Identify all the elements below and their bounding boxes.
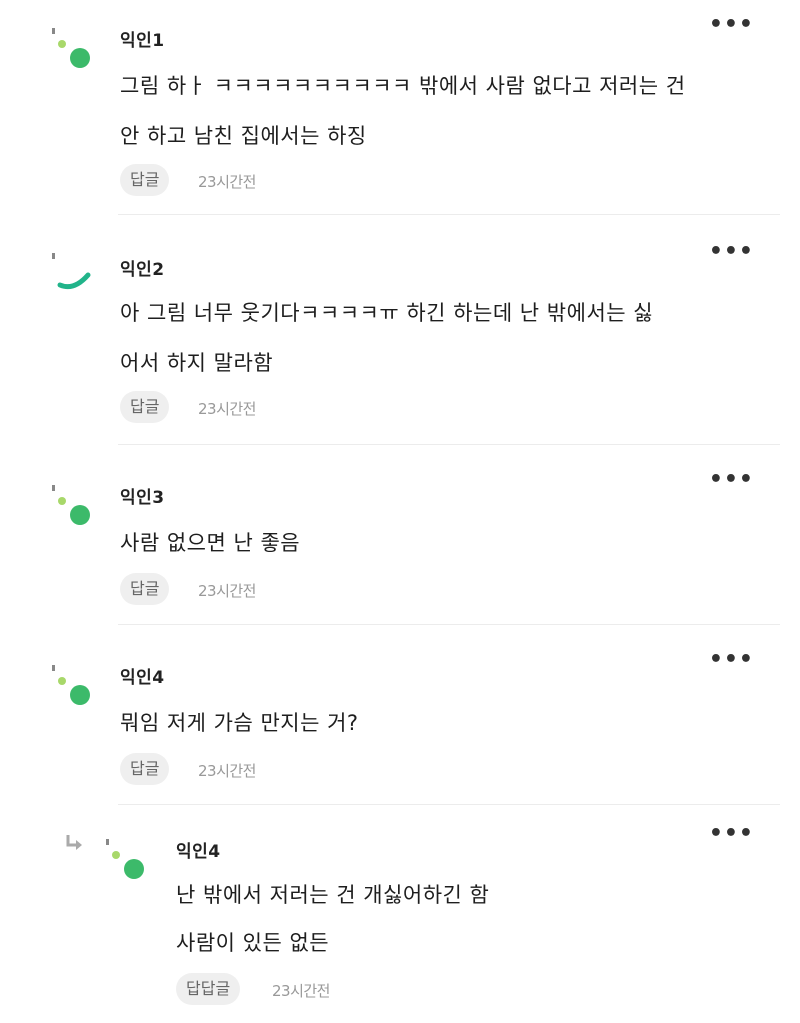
more-options-icon[interactable]: •••	[709, 14, 754, 36]
comment-text-line: 사람 없으면 난 좋음	[120, 531, 301, 555]
comment-author: 익인4	[120, 668, 165, 688]
comment-author: 익인1	[120, 31, 165, 51]
reply-button[interactable]: 답답글	[176, 973, 241, 1005]
avatar-icon	[52, 28, 90, 68]
comment-1: 익인1 ••• 그림 하ㅏ ㅋㅋㅋㅋㅋㅋㅋㅋㅋㅋ 밖에서 사람 없다고 저러는 …	[0, 0, 800, 215]
timestamp: 23시간전	[198, 582, 257, 600]
comment-text-line: 아 그림 너무 웃기다ㅋㅋㅋㅋㅠ 하긴 하는데 난 밖에서는 싫	[120, 301, 654, 325]
avatar-icon	[52, 485, 90, 525]
comment-4: 익인4 ••• 뭐임 저게 가슴 만지는 거? 답글 23시간전	[0, 625, 800, 805]
timestamp: 23시간전	[272, 982, 331, 1000]
avatar-icon	[52, 253, 91, 290]
comment-text-line: 뭐임 저게 가슴 만지는 거?	[120, 711, 359, 735]
comment-text-line: 어서 하지 말라함	[120, 351, 274, 375]
reply-arrow-icon	[66, 835, 82, 850]
reply-button[interactable]: 답글	[120, 391, 170, 423]
timestamp: 23시간전	[198, 762, 257, 780]
reply-button[interactable]: 답글	[120, 753, 170, 785]
comment-text-line: 그림 하ㅏ ㅋㅋㅋㅋㅋㅋㅋㅋㅋㅋ 밖에서 사람 없다고 저러는 건	[120, 74, 686, 98]
reply-comment: 익인4 ••• 난 밖에서 저러는 건 개싫어하긴 함 사람이 있든 없든 답답…	[0, 805, 800, 1023]
more-options-icon[interactable]: •••	[709, 649, 754, 671]
comment-author: 익인3	[120, 488, 165, 508]
avatar-icon	[106, 839, 144, 879]
more-options-icon[interactable]: •••	[709, 241, 754, 263]
timestamp: 23시간전	[198, 400, 257, 418]
avatar-icon	[52, 665, 90, 705]
comment-text-line: 사람이 있든 없든	[176, 931, 330, 955]
reply-button[interactable]: 답글	[120, 573, 170, 605]
more-options-icon[interactable]: •••	[709, 469, 754, 491]
more-options-icon[interactable]: •••	[709, 823, 754, 845]
comment-author: 익인2	[120, 260, 165, 280]
comment-3: 익인3 ••• 사람 없으면 난 좋음 답글 23시간전	[0, 445, 800, 625]
comment-text-line: 안 하고 남친 집에서는 하징	[120, 124, 367, 148]
comment-author: 익인4	[176, 842, 221, 862]
reply-button[interactable]: 답글	[120, 164, 170, 196]
comment-2: 익인2 ••• 아 그림 너무 웃기다ㅋㅋㅋㅋㅠ 하긴 하는데 난 밖에서는 싫…	[0, 215, 800, 445]
comment-text-line: 난 밖에서 저러는 건 개싫어하긴 함	[176, 883, 490, 907]
timestamp: 23시간전	[198, 173, 257, 191]
